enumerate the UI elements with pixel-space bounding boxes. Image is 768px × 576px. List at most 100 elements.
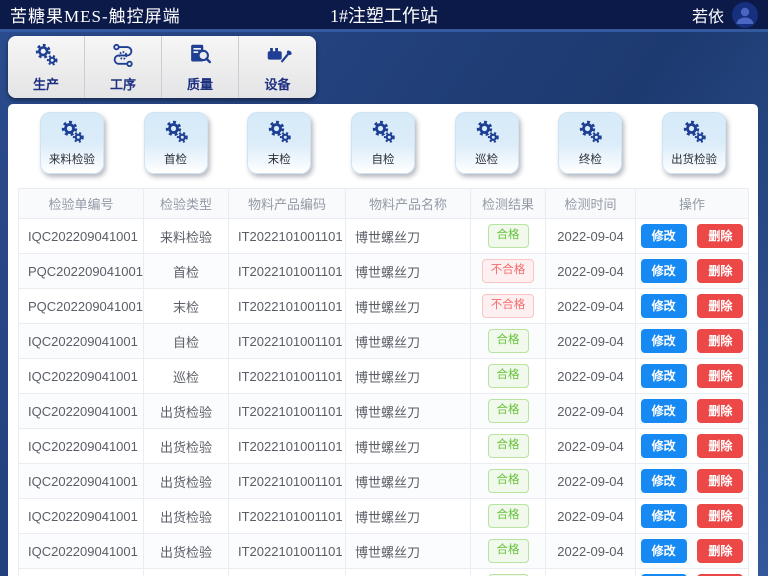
- cell-actions: 修改 删除: [636, 289, 749, 324]
- cell-material-name: 博世螺丝刀: [346, 569, 471, 576]
- gears-icon: [57, 117, 87, 150]
- toolbar-button-equipment[interactable]: 设备: [239, 36, 316, 98]
- cell-actions: 修改 删除: [636, 219, 749, 254]
- cell-material-name: 博世螺丝刀: [346, 464, 471, 499]
- toolbar-button-production[interactable]: 生产: [8, 36, 85, 98]
- toolbar-button-quality[interactable]: 质量: [162, 36, 239, 98]
- cell-material-name: 博世螺丝刀: [346, 394, 471, 429]
- edit-button[interactable]: 修改: [641, 259, 687, 283]
- delete-button[interactable]: 删除: [697, 329, 743, 353]
- cell-order-no: IQC202209041001: [19, 569, 144, 576]
- inspection-button-label: 末检: [268, 151, 291, 167]
- equipment-icon: [264, 41, 292, 72]
- cell-result: 合格: [471, 359, 546, 394]
- cell-material-name: 博世螺丝刀: [346, 219, 471, 254]
- delete-button[interactable]: 删除: [697, 259, 743, 283]
- username: 若依: [692, 3, 724, 27]
- inspection-button-出货检验[interactable]: 出货检验: [662, 112, 726, 174]
- inspection-button-末检[interactable]: 末检: [247, 112, 311, 174]
- column-header: 物料产品编码: [229, 189, 346, 219]
- cell-order-no: PQC202209041001: [19, 254, 144, 289]
- edit-button[interactable]: 修改: [641, 469, 687, 493]
- cell-result: 不合格: [471, 254, 546, 289]
- cell-actions: 修改 删除: [636, 499, 749, 534]
- delete-button[interactable]: 删除: [697, 294, 743, 318]
- cell-material-name: 博世螺丝刀: [346, 359, 471, 394]
- delete-button[interactable]: 删除: [697, 399, 743, 423]
- cell-actions: 修改 删除: [636, 324, 749, 359]
- inspection-button-row: 来料检验 首检 末检: [8, 104, 758, 182]
- edit-button[interactable]: 修改: [641, 399, 687, 423]
- inspection-button-来料检验[interactable]: 来料检验: [40, 112, 104, 174]
- cell-date: 2022-09-04: [546, 359, 636, 394]
- inspection-button-首检[interactable]: 首检: [144, 112, 208, 174]
- cell-date: 2022-09-04: [546, 429, 636, 464]
- gears-icon: [161, 117, 191, 150]
- table-row: IQC202209041001 出货检验 IT2022101001101 博世螺…: [19, 464, 749, 499]
- cell-order-no: IQC202209041001: [19, 324, 144, 359]
- cell-date: 2022-09-04: [546, 289, 636, 324]
- edit-button[interactable]: 修改: [641, 294, 687, 318]
- delete-button[interactable]: 删除: [697, 469, 743, 493]
- table-row: IQC202209041001 巡检 IT2022101001101 博世螺丝刀…: [19, 359, 749, 394]
- gears-icon: [264, 117, 294, 150]
- result-badge: 不合格: [482, 259, 535, 283]
- inspection-button-自检[interactable]: 自检: [351, 112, 415, 174]
- edit-button[interactable]: 修改: [641, 329, 687, 353]
- edit-button[interactable]: 修改: [641, 364, 687, 388]
- toolbar-button-process[interactable]: 工序: [85, 36, 162, 98]
- cell-material-name: 博世螺丝刀: [346, 289, 471, 324]
- delete-button[interactable]: 删除: [697, 504, 743, 528]
- cell-result: 不合格: [471, 289, 546, 324]
- cell-result: 合格: [471, 429, 546, 464]
- result-badge: 合格: [488, 504, 529, 528]
- delete-button[interactable]: 删除: [697, 539, 743, 563]
- delete-button[interactable]: 删除: [697, 224, 743, 248]
- cell-inspection-type: 出货检验: [144, 429, 229, 464]
- cell-inspection-type: 末检: [144, 289, 229, 324]
- cell-result: 合格: [471, 219, 546, 254]
- inspection-button-终检[interactable]: 终检: [558, 112, 622, 174]
- cell-material-code: IT2022101001101: [229, 499, 346, 534]
- edit-button[interactable]: 修改: [641, 224, 687, 248]
- cell-actions: 修改 删除: [636, 534, 749, 569]
- cell-material-code: IT2022101001101: [229, 289, 346, 324]
- inspection-button-label: 首检: [164, 151, 187, 167]
- cell-inspection-type: 出货检验: [144, 394, 229, 429]
- cell-inspection-type: 出货检验: [144, 499, 229, 534]
- app-title: 苦糖果MES-触控屏端: [10, 2, 181, 27]
- cell-actions: 修改 删除: [636, 569, 749, 576]
- cell-order-no: IQC202209041001: [19, 359, 144, 394]
- delete-button[interactable]: 删除: [697, 434, 743, 458]
- cell-inspection-type: 出货检验: [144, 464, 229, 499]
- result-badge: 不合格: [482, 294, 535, 318]
- process-flow-icon: [109, 41, 137, 72]
- result-badge: 合格: [488, 469, 529, 493]
- table-row: IQC202209041001 出货检验 IT2022101001101 博世螺…: [19, 499, 749, 534]
- column-header: 检验单编号: [19, 189, 144, 219]
- table-row: IQC202209041001 出货检验 IT2022101001101 博世螺…: [19, 534, 749, 569]
- main-toolbar: 生产 工序 质量: [8, 36, 316, 98]
- column-header: 检验类型: [144, 189, 229, 219]
- cell-inspection-type: 出货检验: [144, 569, 229, 576]
- avatar[interactable]: [732, 2, 758, 28]
- cell-inspection-type: 自检: [144, 324, 229, 359]
- table-row: PQC202209041001 末检 IT2022101001101 博世螺丝刀…: [19, 289, 749, 324]
- cell-date: 2022-09-04: [546, 219, 636, 254]
- edit-button[interactable]: 修改: [641, 434, 687, 458]
- cell-date: 2022-09-04: [546, 534, 636, 569]
- delete-button[interactable]: 删除: [697, 364, 743, 388]
- gears-icon: [575, 117, 605, 150]
- inspection-button-巡检[interactable]: 巡检: [455, 112, 519, 174]
- cell-material-code: IT2022101001101: [229, 254, 346, 289]
- user-area: 若依: [692, 2, 758, 28]
- cell-material-name: 博世螺丝刀: [346, 499, 471, 534]
- edit-button[interactable]: 修改: [641, 504, 687, 528]
- gears-icon: [472, 117, 502, 150]
- inspection-table: 检验单编号检验类型物料产品编码物料产品名称检测结果检测时间操作 IQC20220…: [18, 188, 749, 576]
- cell-order-no: PQC202209041001: [19, 289, 144, 324]
- cell-material-code: IT2022101001101: [229, 394, 346, 429]
- edit-button[interactable]: 修改: [641, 539, 687, 563]
- inspection-button-label: 巡检: [475, 151, 498, 167]
- cell-material-code: IT2022101001101: [229, 569, 346, 576]
